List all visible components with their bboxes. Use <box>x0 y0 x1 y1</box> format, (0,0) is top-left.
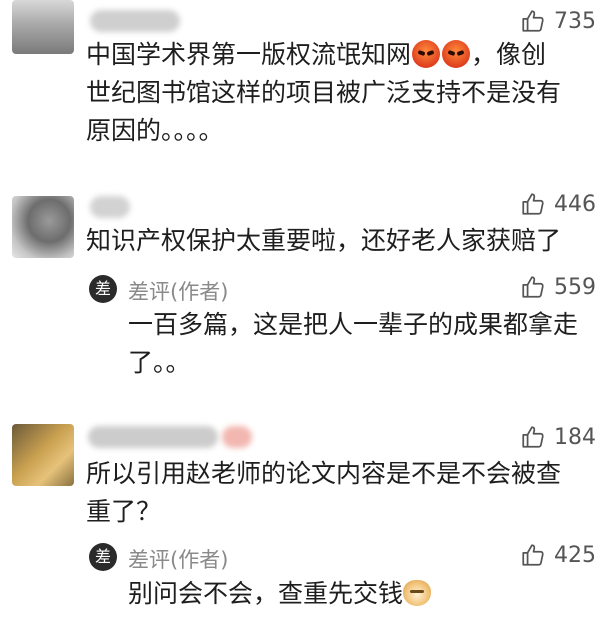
thumbs-up-icon <box>520 424 546 450</box>
reply-author[interactable]: 差评(作者) <box>128 276 228 306</box>
like-button[interactable]: 559 <box>520 274 596 300</box>
like-count: 425 <box>554 542 596 568</box>
like-button[interactable]: 735 <box>520 8 596 34</box>
like-count: 735 <box>554 8 596 34</box>
user-badge-blurred <box>222 426 252 448</box>
comment-text: 所以引用赵老师的论文内容是不是不会被查 重了？ <box>86 459 562 526</box>
thumbs-up-icon <box>520 191 546 217</box>
like-count: 559 <box>554 274 596 300</box>
reply-text: 别问会不会，查重先交钱 <box>128 575 594 613</box>
angry-face-icon <box>412 40 441 68</box>
username-blurred[interactable] <box>90 10 180 32</box>
angry-face-icon <box>442 40 471 68</box>
username-blurred[interactable] <box>88 426 218 448</box>
avatar[interactable] <box>12 424 74 486</box>
comment-text: 中国学术界第一版权流氓知网 ，像创 世纪图书馆这样的项目被广泛支持不是没有 原因的… <box>86 40 562 145</box>
avatar[interactable] <box>12 196 74 258</box>
thumbs-up-icon <box>520 542 546 568</box>
like-button[interactable]: 184 <box>520 424 596 450</box>
avatar[interactable] <box>12 0 74 54</box>
like-count: 446 <box>554 191 596 217</box>
doge-face-icon <box>403 580 432 606</box>
reply-text: 一百多篇，这是把人一辈子的成果都拿走 了。。 <box>128 310 579 377</box>
reply-author[interactable]: 差评(作者) <box>128 544 228 574</box>
author-badge: 差 <box>89 275 117 303</box>
like-button[interactable]: 425 <box>520 542 596 568</box>
thumbs-up-icon <box>520 274 546 300</box>
like-button[interactable]: 446 <box>520 191 596 217</box>
like-count: 184 <box>554 424 596 450</box>
comment-text: 知识产权保护太重要啦，还好老人家获赔了 <box>86 226 562 255</box>
author-badge: 差 <box>89 543 117 571</box>
thumbs-up-icon <box>520 8 546 34</box>
username-blurred[interactable] <box>90 196 130 218</box>
